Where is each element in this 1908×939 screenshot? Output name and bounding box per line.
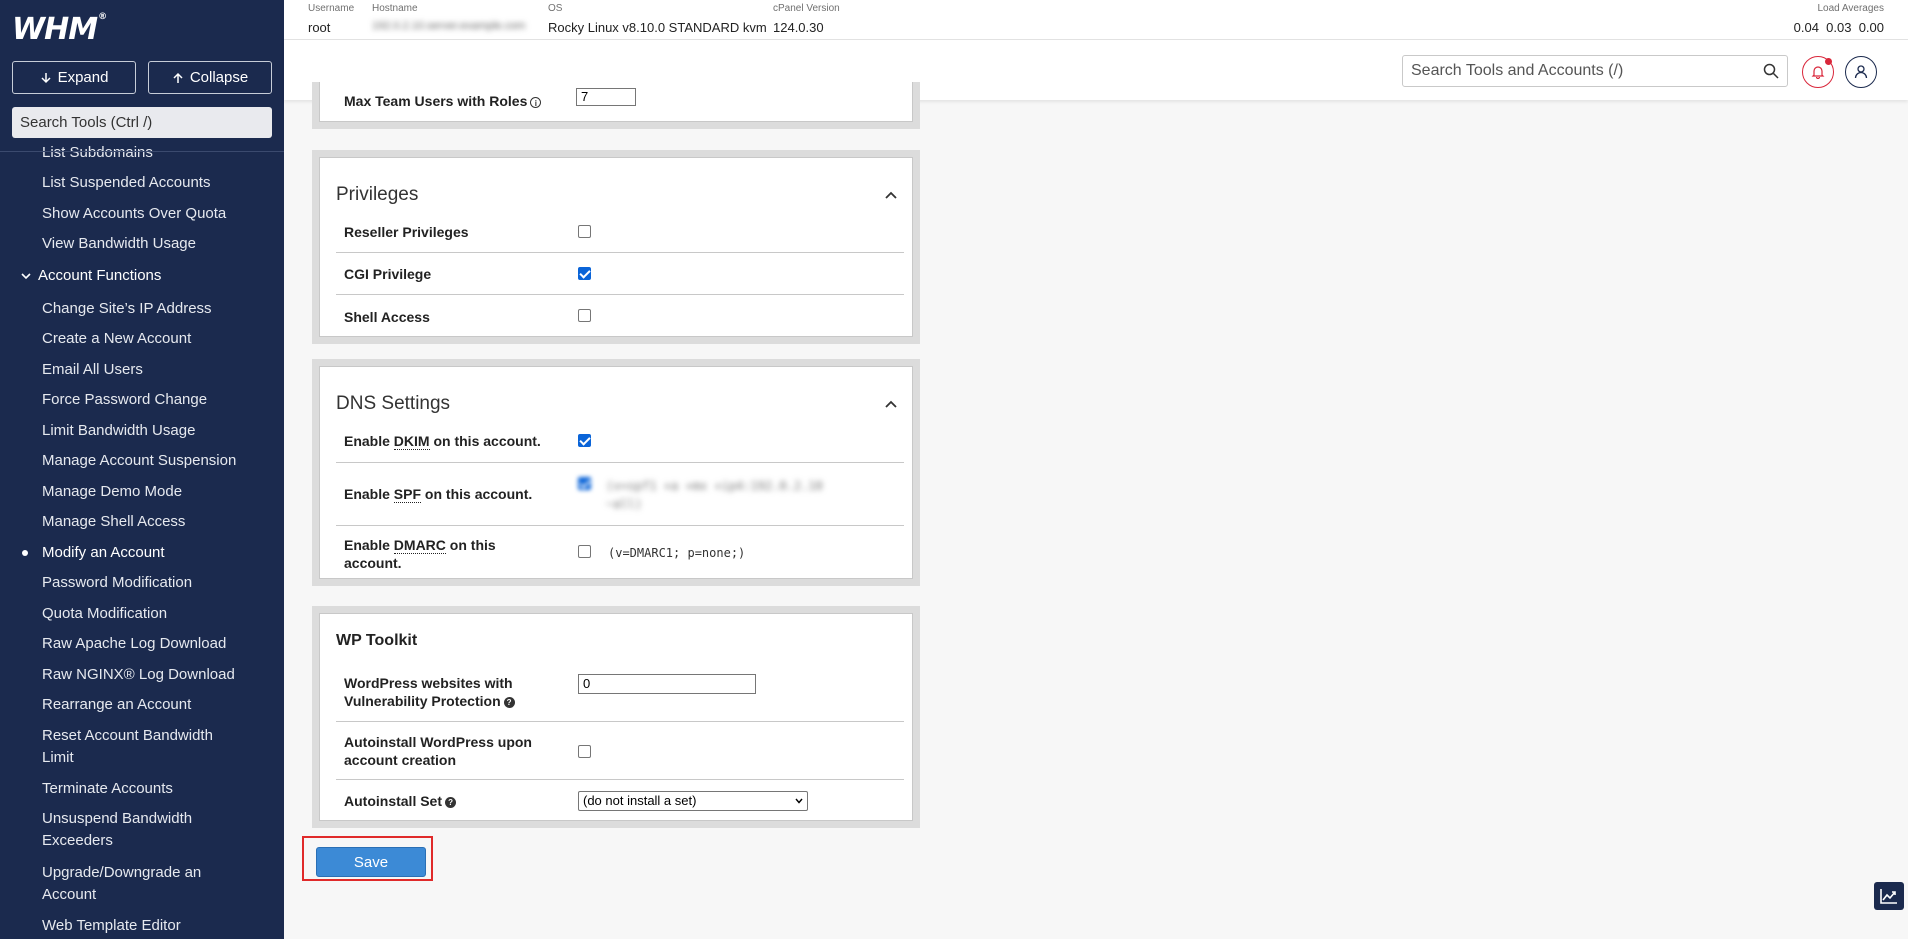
sidebar-item[interactable]: List Suspended Accounts [42,172,252,194]
load-averages-label: Load Averages [1817,3,1884,14]
sidebar-item[interactable]: Show Accounts Over Quota [42,203,252,225]
wp-toolkit-title: WP Toolkit [336,632,418,649]
search-tools-accounts-input[interactable]: Search Tools and Accounts (/) [1402,55,1788,87]
sidebar-item[interactable]: List Subdomains [42,142,252,164]
os-label: OS [548,3,563,14]
sidebar-item[interactable]: Manage Demo Mode [42,481,252,503]
autoinstall-wordpress-label: Autoinstall WordPress upon account creat… [344,734,532,768]
wp-toolkit-panel: WP Toolkit WordPress websites with Vulne… [312,606,920,828]
sidebar-item[interactable]: Unsuspend Bandwidth Exceeders [42,808,222,852]
reseller-privileges-row: Reseller Privileges [336,212,904,253]
analytics-button[interactable] [1874,882,1904,910]
spf-row: Enable SPF on this account. (v=spf1 +a +… [336,463,904,526]
dns-settings-panel: DNS Settings Enable DKIM on this account… [312,359,920,586]
vulnerability-protection-row: WordPress websites with Vulnerability Pr… [336,664,904,722]
hostname-label: Hostname [372,3,418,14]
sidebar-item[interactable]: Terminate Accounts [42,778,252,800]
cpanel-version-value: 124.0.30 [773,20,824,35]
chevron-down-icon [21,273,31,280]
sidebar-divider [0,151,284,152]
notifications-button[interactable] [1802,56,1834,88]
account-limits-panel: Max Team Users with Roles i 7 [312,82,920,129]
load-averages-value: 0.04 0.03 0.00 [1793,20,1884,35]
sidebar-item[interactable]: Change Site’s IP Address [42,298,252,320]
hostname-value: 192.0.2.10.server.example.com [372,20,526,32]
sidebar-item[interactable]: Web Template Editor [42,915,252,937]
cgi-privilege-checkbox[interactable] [578,267,591,280]
expand-button[interactable]: Expand [12,61,136,94]
dkim-label: Enable DKIM on this account. [344,433,541,450]
spf-label: Enable SPF on this account. [344,486,533,503]
reseller-privileges-checkbox[interactable] [578,225,591,238]
sidebar-item-active[interactable]: Modify an Account [42,542,252,564]
autoinstall-set-row: Autoinstall Set? (do not install a set) [336,780,904,822]
chevron-up-icon[interactable] [884,397,898,411]
sidebar-item[interactable]: Create a New Account [42,328,252,350]
sidebar-item[interactable]: Raw NGINX® Log Download [42,664,252,686]
bell-icon [1811,66,1825,79]
arrow-down-icon [41,72,51,83]
info-icon: i [530,96,542,108]
max-team-users-label: Max Team Users with Roles i [344,92,542,110]
sidebar-item[interactable]: Rearrange an Account [42,694,252,716]
search-icon [1763,63,1779,79]
cgi-privilege-label: CGI Privilege [344,266,432,282]
sidebar-item[interactable]: Reset Account Bandwidth Limit [42,725,242,769]
chevron-up-icon[interactable] [884,188,898,202]
shell-access-row: Shell Access [336,295,904,337]
os-value: Rocky Linux v8.10.0 STANDARD kvm [548,20,767,35]
shell-access-checkbox[interactable] [578,309,591,322]
sidebar-group-account-functions[interactable]: Account Functions [20,265,161,287]
sidebar-item[interactable]: Quota Modification [42,603,252,625]
whm-logo[interactable]: WHM® [12,12,107,47]
user-menu-button[interactable] [1845,56,1877,88]
vulnerability-protection-input[interactable]: 0 [578,674,756,694]
dmarc-label: Enable DMARC on this account. [344,537,496,571]
autoinstall-set-label: Autoinstall Set? [344,792,457,810]
sidebar-item[interactable]: Manage Account Suspension [42,450,252,472]
autoinstall-wordpress-row: Autoinstall WordPress upon account creat… [336,722,904,780]
spf-checkbox[interactable] [578,477,591,490]
sidebar-item[interactable]: Manage Shell Access [42,511,252,533]
dmarc-checkbox[interactable] [578,545,591,558]
username-label: Username [308,3,355,14]
privileges-panel: Privileges Reseller Privileges CGI Privi… [312,150,920,344]
help-icon[interactable]: ? [503,696,515,708]
arrow-up-icon [173,72,183,83]
server-info-bar: Username root Hostname 192.0.2.10.server… [284,0,1908,40]
sidebar-item[interactable]: Email All Users [42,359,252,381]
sidebar-item[interactable]: Password Modification [42,572,252,594]
privileges-title: Privileges [336,184,419,205]
spf-record: (v=spf1 +a +mx +ip4:192.0.2.10 ~all) [606,479,823,511]
sidebar-item[interactable]: Limit Bandwidth Usage [42,420,252,442]
help-icon[interactable]: ? [445,796,457,808]
dmarc-row: Enable DMARC on this account. (v=DMARC1;… [336,526,904,580]
vulnerability-protection-label: WordPress websites with Vulnerability Pr… [344,674,544,710]
cgi-privilege-row: CGI Privilege [336,253,904,295]
sidebar-search-input[interactable]: Search Tools (Ctrl /) [12,107,272,138]
notification-dot [1825,58,1832,65]
dmarc-record: (v=DMARC1; p=none;) [608,546,746,560]
cpanel-version-label: cPanel Version [773,3,840,14]
sidebar-item[interactable]: View Bandwidth Usage [42,233,252,255]
dns-settings-title: DNS Settings [336,393,451,414]
reseller-privileges-label: Reseller Privileges [344,224,469,240]
autoinstall-wordpress-checkbox[interactable] [578,745,591,758]
chevron-down-icon [795,798,803,804]
active-bullet [22,550,28,556]
dkim-row: Enable DKIM on this account. [336,421,904,463]
sidebar-item[interactable]: Force Password Change [42,389,252,411]
shell-access-label: Shell Access [344,309,430,325]
dkim-checkbox[interactable] [578,434,591,447]
autoinstall-set-select[interactable]: (do not install a set) [578,791,808,811]
chart-line-icon [1880,889,1897,904]
collapse-button[interactable]: Collapse [148,61,272,94]
max-team-users-input[interactable]: 7 [576,88,636,106]
sidebar-item[interactable]: Upgrade/Downgrade an Account [42,862,232,906]
username-value: root [308,20,331,35]
user-icon [1854,65,1868,79]
sidebar: WHM® Expand Collapse Search Tools (Ctrl … [0,0,284,939]
sidebar-item[interactable]: Raw Apache Log Download [42,633,252,655]
save-button[interactable]: Save [316,847,426,877]
